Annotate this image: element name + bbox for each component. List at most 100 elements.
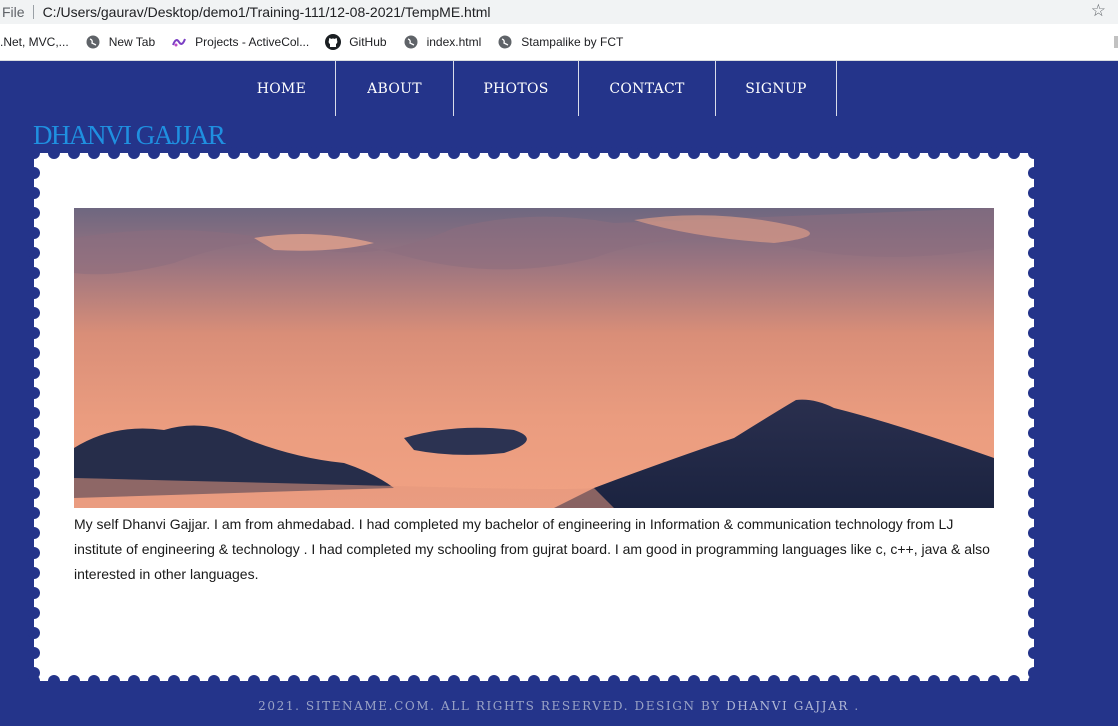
stamp-perforation <box>1028 627 1040 639</box>
stamp-perforation <box>1028 327 1040 339</box>
stamp-perforation <box>1028 267 1040 279</box>
stamp-perforation <box>228 675 240 687</box>
stamp-perforation <box>108 675 120 687</box>
stamp-perforation <box>508 147 520 159</box>
bookmark-item-github[interactable]: GitHub <box>325 34 387 50</box>
stamp-perforation <box>28 467 40 479</box>
bookmark-star-icon[interactable]: ☆ <box>1091 1 1106 21</box>
stamp-perforation <box>388 147 400 159</box>
stamp-perforation <box>628 147 640 159</box>
stamp-perforation <box>28 147 40 159</box>
stamp-perforation <box>208 675 220 687</box>
stamp-perforation <box>268 675 280 687</box>
stamp-perforation <box>28 427 40 439</box>
stamp-perforation <box>28 567 40 579</box>
stamp-perforation <box>328 675 340 687</box>
bookmark-item-stampalike[interactable]: Stampalike by FCT <box>497 34 623 50</box>
nav-divider <box>836 61 837 116</box>
stamp-perforation <box>588 147 600 159</box>
nav-home[interactable]: HOME <box>228 61 335 116</box>
nav-signup[interactable]: SIGNUP <box>716 61 836 116</box>
globe-icon <box>497 34 513 50</box>
stamp-perforation <box>28 247 40 259</box>
stamp-perforation <box>28 167 40 179</box>
stamp-perforation <box>108 147 120 159</box>
address-bar: File C:/Users/gaurav/Desktop/demo1/Train… <box>0 0 1118 24</box>
stamp-perforation <box>48 147 60 159</box>
nav-contact[interactable]: CONTACT <box>579 61 715 116</box>
stamp-perforation <box>808 147 820 159</box>
stamp-perforation <box>28 447 40 459</box>
stamp-perforation <box>528 675 540 687</box>
bookmark-label: GitHub <box>349 35 387 49</box>
bookmark-item-index[interactable]: index.html <box>403 34 481 50</box>
stamp-perforation <box>1028 247 1040 259</box>
stamp-perforation <box>268 147 280 159</box>
stamp-perforation <box>1028 507 1040 519</box>
stamp-perforation <box>388 675 400 687</box>
stamp-perforation <box>648 147 660 159</box>
stamp-perforation <box>28 527 40 539</box>
stamp-perforation <box>1028 667 1040 679</box>
stamp-perforation <box>368 675 380 687</box>
stamp-perforation <box>708 675 720 687</box>
bookmark-item-projects[interactable]: Projects - ActiveCol... <box>171 34 309 50</box>
stamp-perforation <box>1028 387 1040 399</box>
stamp-perforation <box>428 675 440 687</box>
stamp-perforation <box>488 675 500 687</box>
stamp-perforation <box>328 147 340 159</box>
stamp-perforation <box>28 647 40 659</box>
stamp-perforation <box>688 147 700 159</box>
bookmark-item-new-tab[interactable]: New Tab <box>85 34 155 50</box>
footer: 2021. SITENAME.COM. ALL RIGHTS RESERVED.… <box>0 699 1118 713</box>
stamp-perforation <box>1028 647 1040 659</box>
stamp-perforation <box>1028 147 1040 159</box>
stamp-perforation <box>348 675 360 687</box>
stamp-perforation <box>1028 607 1040 619</box>
stamp-perforation <box>288 675 300 687</box>
stamp-perforation <box>368 147 380 159</box>
globe-icon <box>403 34 419 50</box>
stamp-perforation <box>968 147 980 159</box>
stamp-perforation <box>848 675 860 687</box>
stamp-perforation <box>1028 547 1040 559</box>
stamp-perforation <box>28 267 40 279</box>
stamp-perforation <box>28 667 40 679</box>
stamp-perforation <box>608 675 620 687</box>
stamp-perforation <box>228 147 240 159</box>
stamp-perforation <box>768 675 780 687</box>
stamp-perforation <box>428 147 440 159</box>
github-icon <box>325 34 342 50</box>
stamp-perforation <box>888 147 900 159</box>
stamp-perforation <box>288 147 300 159</box>
stamp-perforation <box>988 147 1000 159</box>
stamp-perforation <box>588 675 600 687</box>
stamp-perforation <box>748 675 760 687</box>
stamp-perforation <box>1028 347 1040 359</box>
stamp-perforation <box>788 675 800 687</box>
stamp-perforation <box>28 187 40 199</box>
file-protocol-label: File <box>0 5 34 19</box>
stamp-perforation <box>648 675 660 687</box>
stamp-perforation <box>308 147 320 159</box>
stamp-perforation <box>728 147 740 159</box>
stamp-perforation <box>408 147 420 159</box>
stamp-perforation <box>28 627 40 639</box>
stamp-perforation <box>128 147 140 159</box>
stamp-perforation <box>308 675 320 687</box>
nav-photos[interactable]: PHOTOS <box>454 61 578 116</box>
bookmark-label: New Tab <box>108 35 156 49</box>
stamp-perforation <box>1008 147 1020 159</box>
stamp-perforation <box>1028 307 1040 319</box>
stamp-perforation <box>488 147 500 159</box>
stamp-perforation <box>1028 187 1040 199</box>
footer-designer-link[interactable]: DHANVI GAJJAR <box>726 699 849 713</box>
stamp-perforation <box>28 507 40 519</box>
stamp-perforation <box>28 587 40 599</box>
bookmark-item[interactable]: .Net, MVC,... <box>0 35 69 49</box>
stamp-perforation <box>168 675 180 687</box>
footer-period: . <box>854 699 860 713</box>
url-text[interactable]: C:/Users/gaurav/Desktop/demo1/Training-1… <box>34 4 491 20</box>
nav-about[interactable]: ABOUT <box>336 61 453 116</box>
stamp-perforation <box>828 147 840 159</box>
